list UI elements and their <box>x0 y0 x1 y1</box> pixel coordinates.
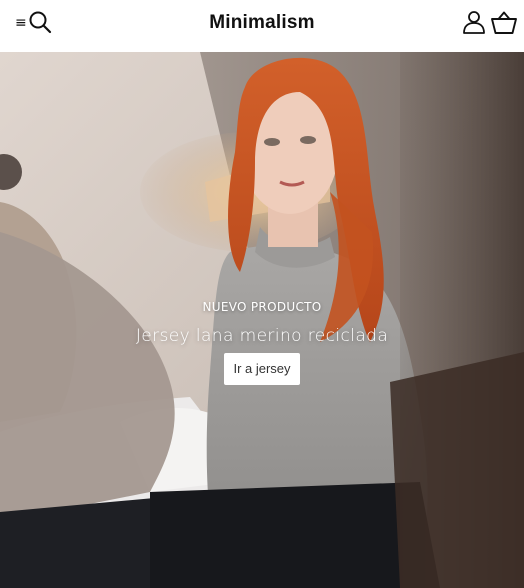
brand-logo[interactable]: Minimalism <box>0 12 524 34</box>
hero-title: Jersey lana merino reciclada <box>135 326 389 346</box>
go-to-jersey-button[interactable]: Ir a jersey <box>224 353 300 385</box>
hero-banner: NUEVO PRODUCTO Jersey lana merino recicl… <box>0 52 524 588</box>
hero-eyebrow: NUEVO PRODUCTO <box>202 300 322 314</box>
site-header: ≡ Minimalism <box>0 0 524 52</box>
account-icon[interactable] <box>462 10 486 34</box>
brand-name[interactable]: Minimalism <box>209 12 314 34</box>
hero-content: NUEVO PRODUCTO Jersey lana merino recicl… <box>0 300 524 385</box>
cart-icon[interactable] <box>491 11 517 35</box>
